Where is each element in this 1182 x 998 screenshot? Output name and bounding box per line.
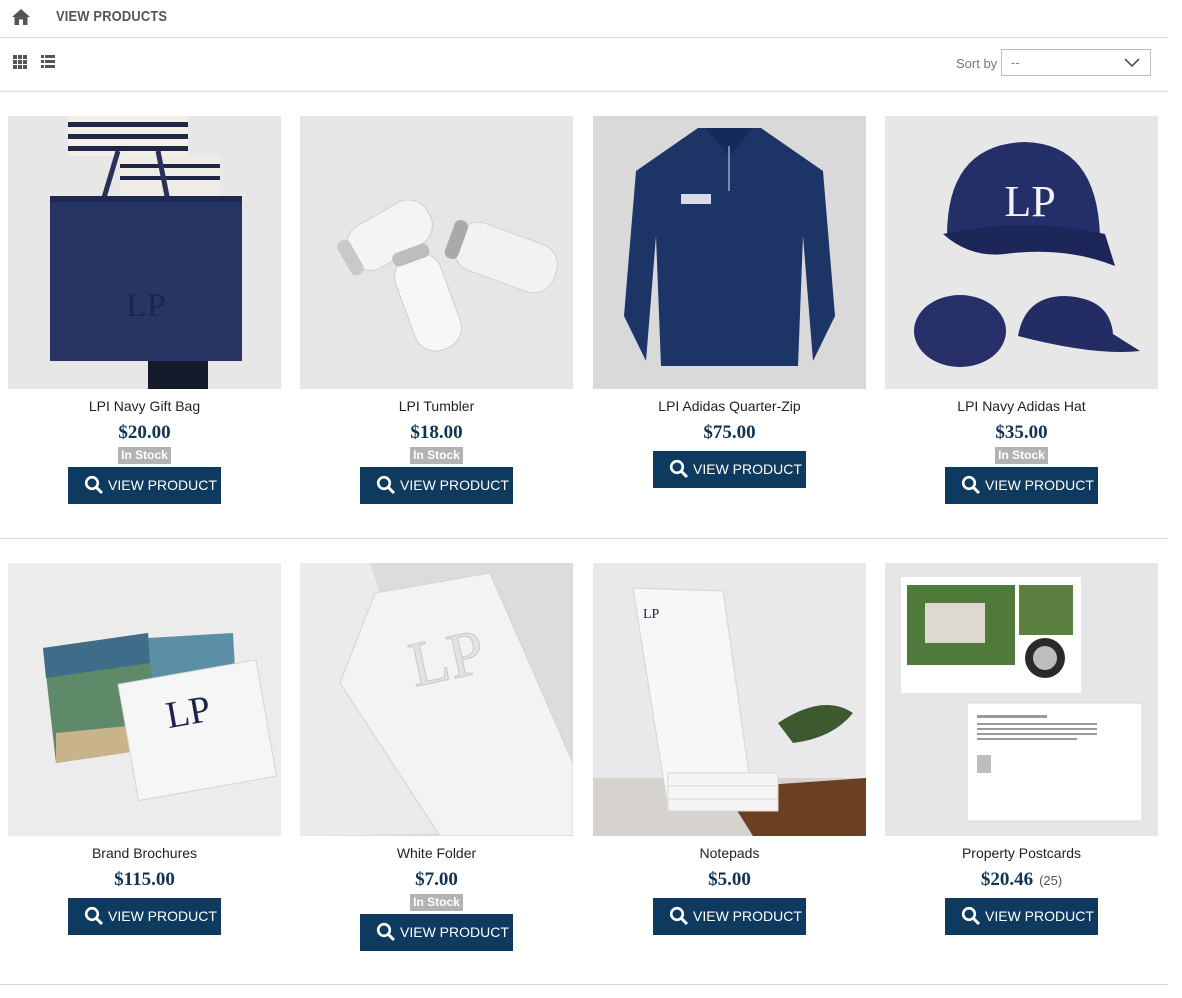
toolbar: Sort by --: [0, 38, 1168, 92]
product-image[interactable]: LP: [885, 116, 1158, 389]
product-price: $18.00: [410, 422, 463, 443]
stock-badge: In Stock: [995, 447, 1048, 464]
stock-badge: In Stock: [410, 447, 463, 464]
button-label: VIEW PRODUCT: [108, 477, 217, 493]
product-name[interactable]: LPI Tumbler: [300, 397, 573, 415]
page-title: VIEW PRODUCTS: [56, 8, 168, 25]
svg-text:LP: LP: [163, 688, 214, 737]
product-card: LP Notepads $5.00 VIEW PRODUCT: [593, 563, 866, 940]
product-card: LP White Folder $7.00 In Stock VIEW PROD…: [300, 563, 573, 956]
stock-badge: In Stock: [410, 894, 463, 911]
product-price: $5.00: [708, 869, 751, 890]
product-image[interactable]: LP: [8, 116, 281, 389]
svg-text:LP: LP: [643, 607, 660, 622]
product-card: LP Brand Brochures $115.00 VIEW PRODUCT: [8, 563, 281, 940]
view-product-button[interactable]: VIEW PRODUCT: [653, 898, 806, 935]
search-icon: [669, 459, 689, 479]
product-price: $115.00: [114, 869, 175, 890]
product-price: $75.00: [703, 422, 756, 443]
product-price: $20.00: [118, 422, 171, 443]
view-product-button[interactable]: VIEW PRODUCT: [360, 914, 513, 951]
search-icon: [84, 475, 104, 495]
product-name[interactable]: LPI Navy Adidas Hat: [885, 397, 1158, 415]
breadcrumb: VIEW PRODUCTS: [0, 0, 1168, 38]
product-row: LP LPI Navy Gift Bag $20.00 In Stock VIE…: [0, 116, 1168, 539]
product-name[interactable]: Notepads: [593, 844, 866, 862]
product-name[interactable]: Property Postcards: [885, 844, 1158, 862]
button-label: VIEW PRODUCT: [400, 924, 509, 940]
product-card: LP LPI Navy Gift Bag $20.00 In Stock VIE…: [8, 116, 281, 509]
button-label: VIEW PRODUCT: [108, 908, 217, 924]
product-image[interactable]: [593, 116, 866, 389]
search-icon: [669, 906, 689, 926]
view-product-button[interactable]: VIEW PRODUCT: [360, 467, 513, 504]
stock-badge: In Stock: [118, 447, 171, 464]
search-icon: [961, 475, 981, 495]
view-product-button[interactable]: VIEW PRODUCT: [945, 898, 1098, 935]
grid-view-icon[interactable]: [12, 54, 28, 70]
button-label: VIEW PRODUCT: [693, 461, 802, 477]
view-product-button[interactable]: VIEW PRODUCT: [945, 467, 1098, 504]
product-image[interactable]: LP: [8, 563, 281, 836]
product-name[interactable]: LPI Adidas Quarter-Zip: [593, 397, 866, 415]
list-view-icon[interactable]: [40, 54, 56, 70]
product-image[interactable]: LP: [593, 563, 866, 836]
sort-select[interactable]: --: [1001, 49, 1151, 76]
product-image[interactable]: [300, 116, 573, 389]
button-label: VIEW PRODUCT: [985, 477, 1094, 493]
home-icon[interactable]: [11, 8, 31, 26]
sort-label: Sort by: [956, 56, 998, 71]
sort-value: --: [1011, 55, 1020, 70]
product-card: LP LPI Navy Adidas Hat $35.00 In Stock V…: [885, 116, 1158, 509]
product-card: Property Postcards $20.46 (25) VIEW PRODU…: [885, 563, 1158, 940]
product-name[interactable]: White Folder: [300, 844, 573, 862]
button-label: VIEW PRODUCT: [400, 477, 509, 493]
product-name[interactable]: LPI Navy Gift Bag: [8, 397, 281, 415]
svg-text:LP: LP: [403, 615, 491, 700]
search-icon: [376, 475, 396, 495]
product-card: LPI Tumbler $18.00 In Stock VIEW PRODUCT: [300, 116, 573, 509]
chevron-down-icon: [1124, 58, 1140, 68]
svg-text:LP: LP: [126, 287, 166, 324]
product-name[interactable]: Brand Brochures: [8, 844, 281, 862]
button-label: VIEW PRODUCT: [985, 908, 1094, 924]
product-price: $7.00: [415, 869, 458, 890]
search-icon: [376, 922, 396, 942]
button-label: VIEW PRODUCT: [693, 908, 802, 924]
product-image[interactable]: LP: [300, 563, 573, 836]
search-icon: [961, 906, 981, 926]
view-product-button[interactable]: VIEW PRODUCT: [653, 451, 806, 488]
quantity-note: (25): [1039, 873, 1063, 888]
product-price: $20.46: [980, 869, 1034, 890]
product-card: LPI Adidas Quarter-Zip $75.00 VIEW PRODU…: [593, 116, 866, 493]
product-image[interactable]: [885, 563, 1158, 836]
view-product-button[interactable]: VIEW PRODUCT: [68, 898, 221, 935]
svg-text:LP: LP: [1004, 177, 1055, 226]
search-icon: [84, 906, 104, 926]
view-product-button[interactable]: VIEW PRODUCT: [68, 467, 221, 504]
product-price: $35.00: [995, 422, 1048, 443]
product-row: LP Brand Brochures $115.00 VIEW PRODUCT …: [0, 563, 1168, 985]
